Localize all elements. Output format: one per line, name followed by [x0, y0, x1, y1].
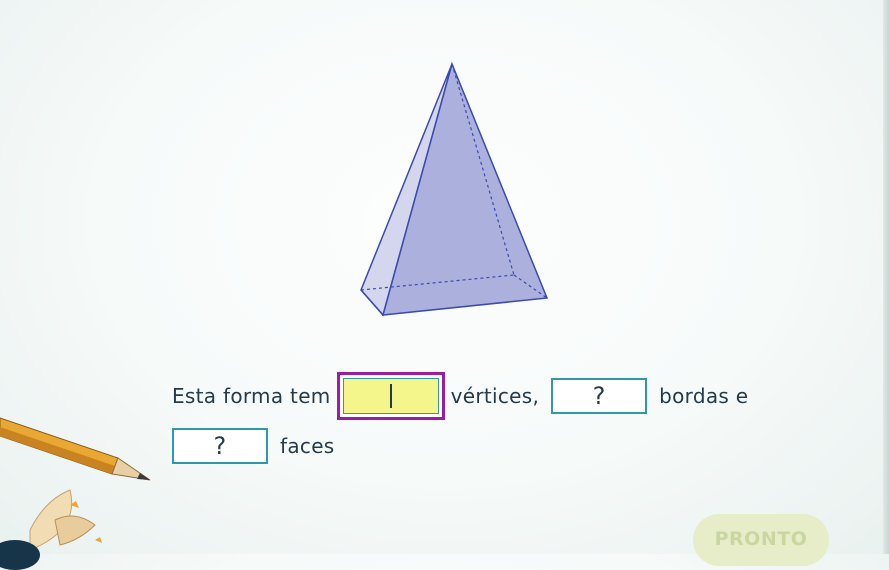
text-caret	[389, 384, 392, 408]
faces-input-placeholder: ?	[213, 432, 227, 460]
edges-input[interactable]: ?	[551, 378, 648, 414]
vertices-input[interactable]	[336, 372, 445, 420]
faces-input[interactable]: ?	[172, 428, 268, 464]
corner-decoration	[0, 540, 40, 570]
pencil-shavings-icon	[29, 489, 102, 551]
page-edge	[883, 0, 889, 554]
question-text-start: Esta forma tem	[172, 384, 331, 408]
pronto-button[interactable]: PRONTO	[693, 514, 829, 566]
question-text-edges: bordas e	[659, 384, 749, 408]
question-row-2: ? faces	[172, 422, 335, 470]
question-text-vertices: vértices,	[450, 384, 540, 408]
question-row-1: Esta forma tem vértices, ? bordas e	[172, 372, 748, 420]
triangular-pyramid-illustration	[360, 61, 549, 317]
question-text-faces: faces	[280, 434, 335, 458]
edges-input-placeholder: ?	[592, 382, 606, 410]
pencil-icon	[0, 417, 151, 481]
vertices-input-field[interactable]	[342, 378, 439, 414]
